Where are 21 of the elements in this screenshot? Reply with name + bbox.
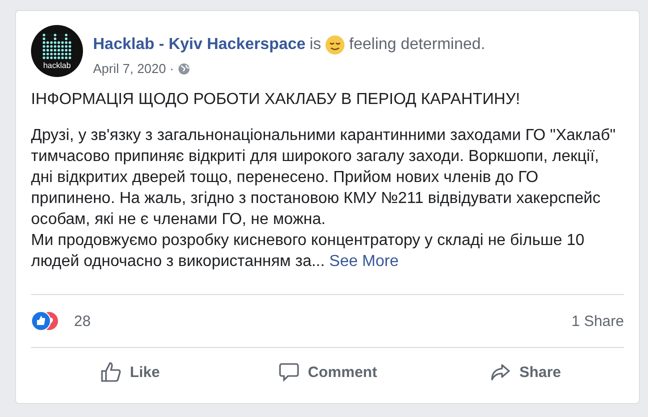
post-paragraph: Ми продовжуємо розробку кисневого концентратору у складі не більше 10 людей одночасно з використанням за... See More bbox=[31, 231, 586, 272]
feeling-prefix: is bbox=[310, 36, 322, 54]
thumbs-up-icon bbox=[100, 361, 122, 383]
share-arrow-icon bbox=[489, 361, 512, 383]
speech-bubble-icon bbox=[278, 361, 300, 383]
comment-button[interactable]: Comment bbox=[228, 360, 426, 384]
feeling-text: feeling determined. bbox=[349, 36, 486, 54]
logo-icon bbox=[42, 32, 72, 60]
see-more-link[interactable]: See More bbox=[329, 253, 399, 270]
share-button[interactable]: Share bbox=[426, 360, 624, 384]
emoji-icon bbox=[325, 35, 346, 55]
reaction-count[interactable]: 28 bbox=[74, 312, 91, 330]
share-count[interactable]: 1 Share bbox=[571, 312, 624, 330]
post-date[interactable]: April 7, 2020 · bbox=[93, 61, 174, 76]
avatar-label: hacklab bbox=[43, 61, 71, 70]
like-button[interactable]: Like bbox=[31, 360, 229, 384]
avatar[interactable]: hacklab bbox=[31, 25, 83, 77]
post-paragraph: Друзі, у зв'язку з загальнонаціональними карантинними заходами ГО "Хаклаб" тимчасово припиняє відкриті для широкого загалу заходи. Воркшопи, лекції, дні відкритих дверей тощо, перенесено. Прийом нових членів до ГО припинено. На жаль, згідно з постановою КМУ №211 відвідувати хакерспейс особам, які не є членами ГО, не можна. bbox=[31, 126, 617, 230]
globe-icon bbox=[178, 62, 190, 74]
post-headline: ІНФОРМАЦІЯ ЩОДО РОБОТИ ХАКЛАБУ В ПЕРІОД КАРАНТИНУ! bbox=[31, 91, 522, 109]
author-name[interactable]: Hacklab - Kyiv Hackerspace bbox=[93, 36, 306, 54]
